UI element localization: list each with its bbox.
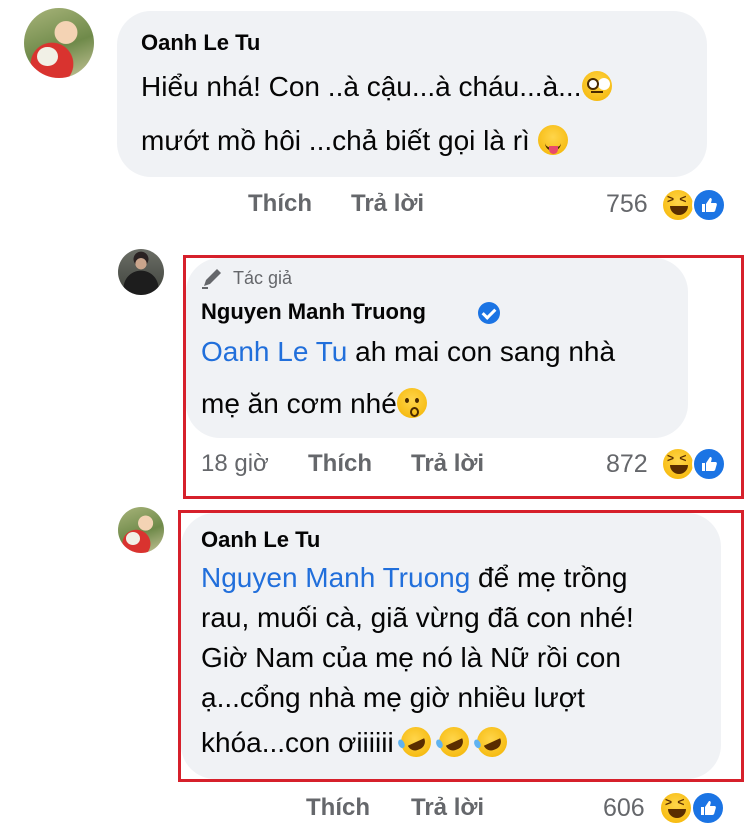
- comment-text: Hiểu nhá! Con ..à cậu...à cháu...à...: [141, 65, 701, 109]
- comment-author[interactable]: Oanh Le Tu: [201, 527, 320, 553]
- comment-text-line: Hiểu nhá! Con ..à cậu...à cháu...à...: [141, 71, 582, 102]
- like-action[interactable]: Thích: [306, 794, 370, 822]
- like-reaction-icon[interactable]: [692, 188, 726, 222]
- reaction-count[interactable]: 756: [606, 190, 648, 219]
- rofl-emoji-icon: [472, 722, 512, 762]
- avatar[interactable]: [118, 249, 164, 295]
- haha-reaction-icon[interactable]: [661, 188, 695, 222]
- comment-timestamp[interactable]: 18 giờ: [201, 450, 269, 478]
- haha-reaction-icon[interactable]: [661, 447, 695, 481]
- comment-author[interactable]: Nguyen Manh Truong: [201, 299, 426, 325]
- rofl-emoji-icon: [434, 722, 475, 762]
- like-action[interactable]: Thích: [248, 190, 312, 218]
- comment-text: Oanh Le Tu ah mai con sang nhà: [201, 330, 691, 374]
- reaction-count[interactable]: 606: [603, 794, 645, 823]
- reaction-count[interactable]: 872: [606, 450, 648, 479]
- comment-text: mẹ ăn cơm nhé: [201, 382, 691, 426]
- comment-text: Nguyen Manh Truong để mẹ trồng: [201, 556, 721, 600]
- like-reaction-icon[interactable]: [692, 447, 726, 481]
- comment-text-line: rau, muối cà, giã vừng đã con nhé!: [201, 602, 634, 633]
- reply-action[interactable]: Trả lời: [351, 190, 424, 218]
- like-reaction-icon[interactable]: [691, 791, 725, 825]
- like-action[interactable]: Thích: [308, 450, 372, 478]
- comment-text-line: mướt mồ hôi ...chả biết gọi là rì: [141, 125, 530, 156]
- comment-author[interactable]: Oanh Le Tu: [141, 30, 260, 56]
- comment-text-line: ah mai con sang nhà: [347, 336, 616, 367]
- verified-badge-icon: [478, 302, 500, 324]
- comment-text-line: mẹ ăn cơm nhé: [201, 388, 397, 419]
- rofl-emoji-icon: [396, 722, 437, 762]
- comment-text-line: ạ...cổng nhà mẹ giờ nhiều lượt: [201, 682, 585, 713]
- kissing-face-emoji-icon: [396, 388, 427, 418]
- comment-text-line: để mẹ trồng: [470, 562, 628, 593]
- avatar[interactable]: [24, 8, 94, 78]
- tongue-emoji-icon: [537, 125, 568, 155]
- comment-text-line: khóa...con ơiiiiii: [201, 727, 394, 758]
- mention-link[interactable]: Oanh Le Tu: [201, 336, 347, 367]
- haha-reaction-icon[interactable]: [659, 791, 693, 825]
- eye-roll-emoji-icon: [581, 71, 612, 101]
- comment-text: khóa...con ơiiiiii: [201, 721, 721, 765]
- reply-action[interactable]: Trả lời: [411, 450, 484, 478]
- mention-link[interactable]: Nguyen Manh Truong: [201, 562, 470, 593]
- comment-text: mướt mồ hôi ...chả biết gọi là rì: [141, 119, 701, 163]
- avatar[interactable]: [118, 507, 164, 553]
- author-badge: Tác giả: [233, 268, 293, 288]
- comment-text-line: Giờ Nam của mẹ nó là Nữ rồi con: [201, 642, 621, 673]
- pencil-icon: [202, 269, 221, 289]
- reply-action[interactable]: Trả lời: [411, 794, 484, 822]
